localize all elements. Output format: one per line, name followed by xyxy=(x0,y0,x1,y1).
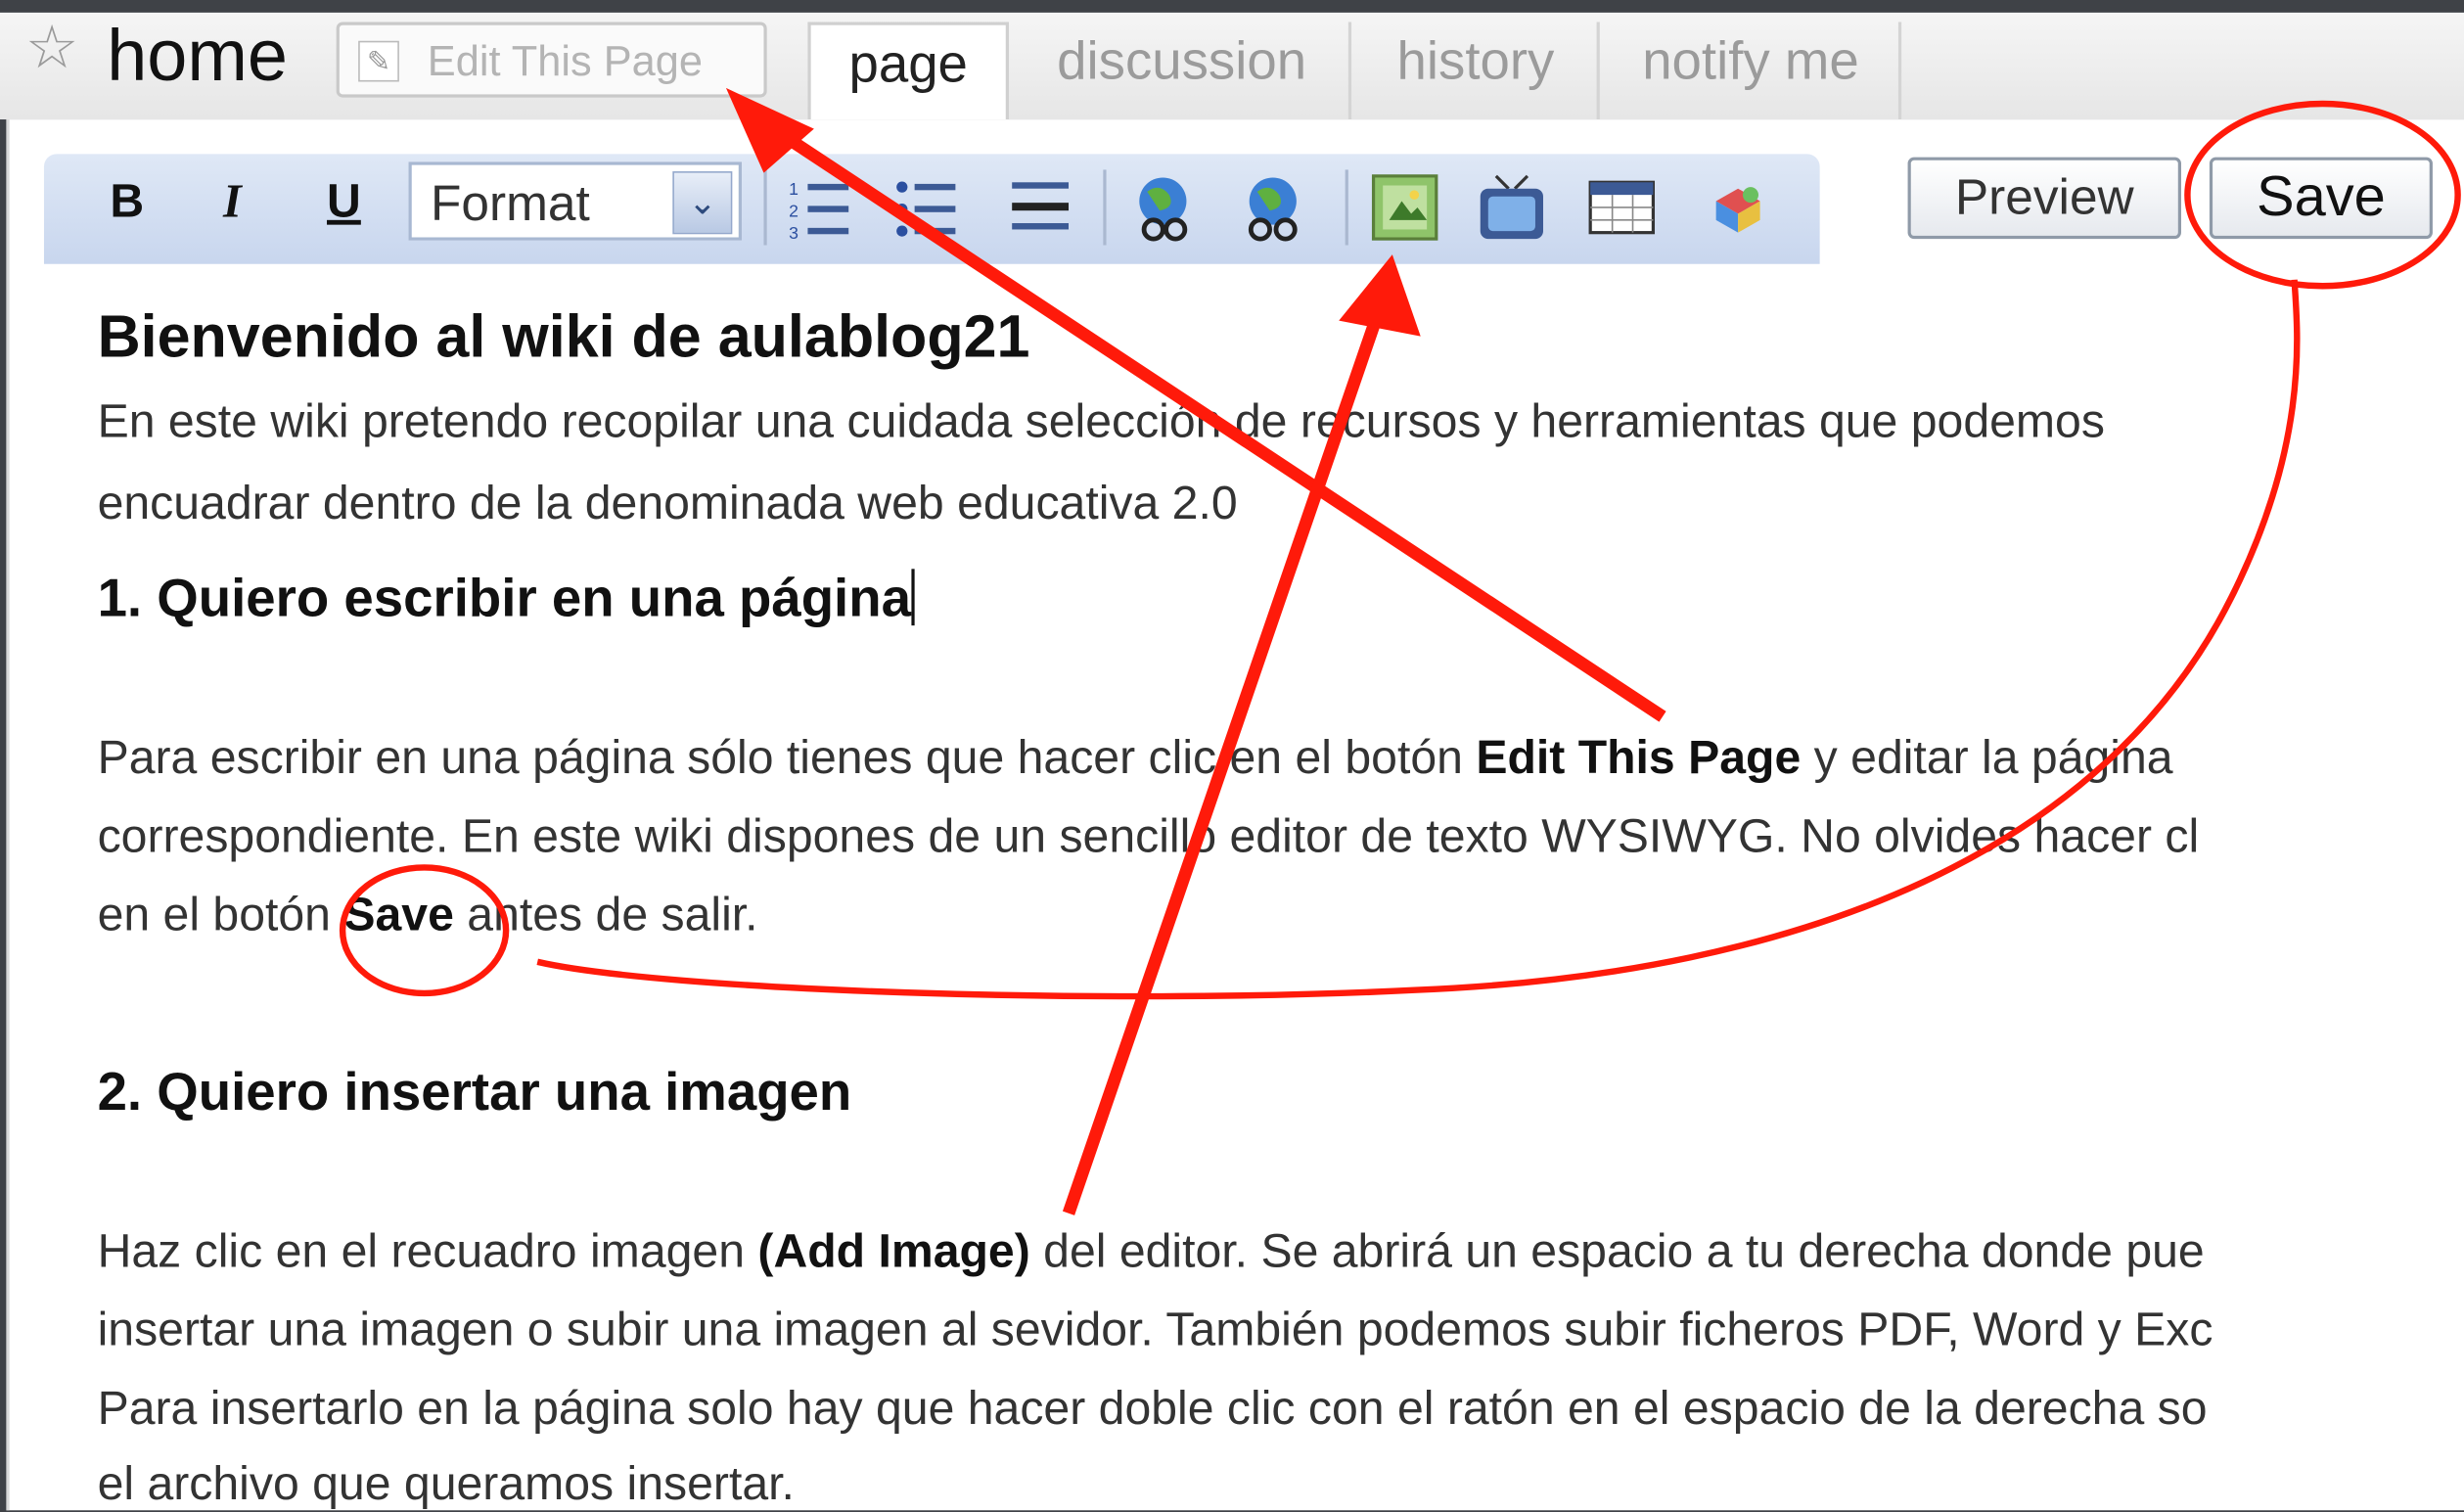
paragraph-line: Haz clic en el recuadro imagen (Add Imag… xyxy=(98,1226,2205,1280)
pencil-icon: ✎ xyxy=(358,40,399,82)
svg-text:2: 2 xyxy=(789,202,799,221)
widget-icon[interactable] xyxy=(1704,173,1773,243)
text-span: del editor. Se abrirá un espacio a tu de… xyxy=(1029,1225,2205,1278)
format-select[interactable]: Format ⌄ xyxy=(408,161,742,241)
tab-page[interactable]: page xyxy=(807,22,1009,120)
toolbar-divider xyxy=(1103,169,1107,246)
text-span: en el botón xyxy=(97,889,344,941)
bullet-list-icon[interactable] xyxy=(892,173,962,243)
bold-text: (Add Image) xyxy=(757,1225,1030,1278)
underline-button[interactable]: U xyxy=(327,176,361,230)
section-heading-1-text: 1. Quiero escribir en una página xyxy=(97,569,911,629)
text-span: Para escribir en una página sólo tienes … xyxy=(97,732,1477,785)
link-icon[interactable] xyxy=(1131,173,1201,243)
tab-discussion[interactable]: discussion xyxy=(1015,22,1352,120)
star-icon[interactable]: ☆ xyxy=(25,19,79,78)
add-image-icon[interactable] xyxy=(1370,173,1439,243)
paragraph-line: en el botón Save antes de salir. xyxy=(98,890,758,943)
bold-button[interactable]: B xyxy=(110,176,144,230)
text-span: y editar la página xyxy=(1801,732,2173,785)
tab-history[interactable]: history xyxy=(1354,22,1600,120)
bold-text: Edit This Page xyxy=(1476,732,1802,785)
add-video-icon[interactable] xyxy=(1478,173,1547,243)
chevron-down-icon[interactable]: ⌄ xyxy=(672,171,733,235)
edit-this-page-button[interactable]: ✎ Edit This Page xyxy=(336,22,767,98)
intro-text-line: encuadrar dentro de la denominada web ed… xyxy=(97,478,1238,530)
external-link-icon[interactable] xyxy=(1238,173,1307,243)
text-cursor xyxy=(910,569,915,626)
paragraph-line: correspondiente. En este wiki dispones d… xyxy=(97,810,2200,863)
paragraph-line: insertar una imagen o subir una imagen a… xyxy=(97,1304,2213,1356)
save-button[interactable]: Save xyxy=(2209,157,2433,240)
table-icon[interactable] xyxy=(1587,173,1657,243)
edit-this-page-label: Edit This Page xyxy=(427,37,704,85)
italic-button[interactable]: I xyxy=(223,176,242,230)
section-heading-1: 1. Quiero escribir en una página xyxy=(98,569,915,630)
horizontal-rule-icon[interactable] xyxy=(1006,173,1075,243)
svg-text:1: 1 xyxy=(789,179,799,199)
text-span: antes de salir. xyxy=(453,889,758,941)
toolbar-divider xyxy=(763,169,767,246)
paragraph-line: Para escribir en una página sólo tienes … xyxy=(98,732,2173,786)
paragraph-line: el archivo que queramos insertar. xyxy=(97,1458,795,1511)
preview-button[interactable]: Preview xyxy=(1907,157,2181,240)
numbered-list-icon[interactable]: 1 2 3 xyxy=(786,173,855,242)
bold-text: Save xyxy=(343,889,454,941)
svg-text:3: 3 xyxy=(789,223,799,242)
toolbar-divider xyxy=(1345,169,1348,246)
paragraph-line: Para insertarlo en la página solo hay qu… xyxy=(97,1383,2208,1436)
content-heading: Bienvenido al wiki de aulablog21 xyxy=(97,304,1030,371)
tab-notify-me[interactable]: notify me xyxy=(1603,22,1902,120)
page-title: home xyxy=(107,14,289,96)
intro-text-line: En este wiki pretendo recopilar una cuid… xyxy=(97,395,2105,448)
format-select-value: Format xyxy=(431,174,590,232)
section-heading-2: 2. Quiero insertar una imagen xyxy=(97,1062,852,1123)
text-span: Haz clic en el recuadro imagen xyxy=(97,1225,758,1278)
